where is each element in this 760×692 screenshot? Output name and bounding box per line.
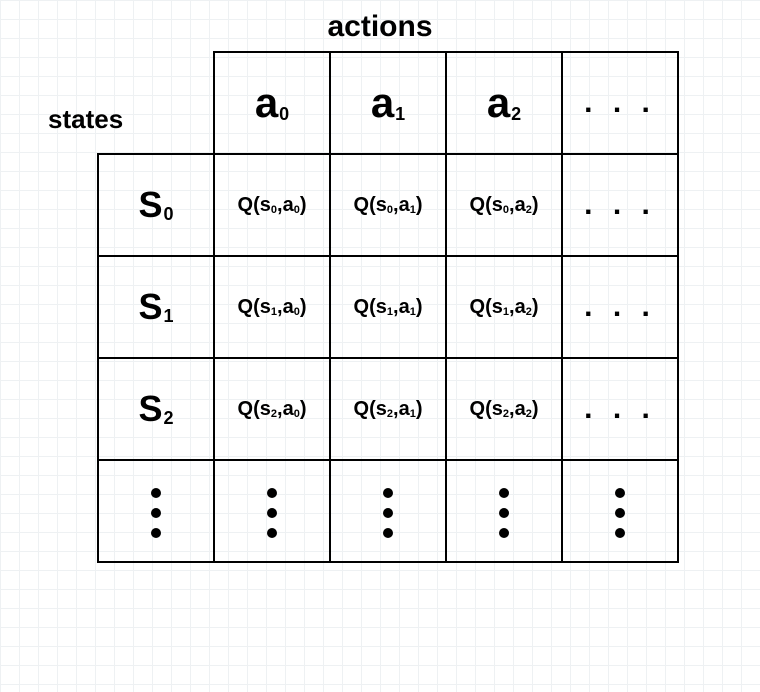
row-header-main: S xyxy=(138,388,162,429)
q-s-sub: 2 xyxy=(503,408,509,420)
q-s-sub: 2 xyxy=(387,408,393,420)
q-cell: Q(s1,a0) xyxy=(214,256,330,358)
table-row: S0 Q(s0,a0) Q(s0,a1) Q(s0,a2) . . . xyxy=(98,154,678,256)
q-a: a xyxy=(515,296,526,318)
q-cell: Q(s1,a1) xyxy=(330,256,446,358)
q-a: a xyxy=(515,194,526,216)
q-s-sub: 0 xyxy=(503,204,509,216)
col-header-a1: a1 xyxy=(330,52,446,154)
cell-more xyxy=(214,460,330,562)
q-letter: Q xyxy=(470,296,486,318)
q-s-sub: 1 xyxy=(271,306,277,318)
col-header-more: . . . xyxy=(562,52,678,154)
ellipsis-icon: . . . xyxy=(584,188,656,221)
q-s-sub: 1 xyxy=(387,306,393,318)
table-row-more xyxy=(98,460,678,562)
q-a-sub: 2 xyxy=(526,408,532,420)
table-header-row: a0 a1 a2 . . . xyxy=(98,52,678,154)
q-a-sub: 1 xyxy=(410,408,416,420)
row-header-more xyxy=(98,460,214,562)
q-cell: Q(s1,a2) xyxy=(446,256,562,358)
q-a: a xyxy=(283,398,294,420)
q-a-sub: 2 xyxy=(526,306,532,318)
q-letter: Q xyxy=(470,194,486,216)
q-a-sub: 1 xyxy=(410,306,416,318)
row-more: . . . xyxy=(562,154,678,256)
q-s: s xyxy=(492,398,503,420)
row-header-main: S xyxy=(138,184,162,225)
ellipsis-icon: . . . xyxy=(584,392,656,425)
q-s-sub: 0 xyxy=(271,204,277,216)
q-cell: Q(s0,a2) xyxy=(446,154,562,256)
q-a-sub: 0 xyxy=(294,306,300,318)
col-header-sub: 0 xyxy=(279,104,289,124)
q-cell: Q(s0,a0) xyxy=(214,154,330,256)
row-header-s1: S1 xyxy=(98,256,214,358)
q-a: a xyxy=(283,194,294,216)
q-s: s xyxy=(376,296,387,318)
q-a: a xyxy=(399,194,410,216)
row-header-s2: S2 xyxy=(98,358,214,460)
vertical-ellipsis-icon xyxy=(267,488,277,538)
col-header-sub: 2 xyxy=(511,104,521,124)
q-value-table: a0 a1 a2 . . . S0 Q(s0,a0) Q(s0,a1) xyxy=(97,51,679,563)
table-row: S1 Q(s1,a0) Q(s1,a1) Q(s1,a2) . . . xyxy=(98,256,678,358)
actions-axis-label: actions xyxy=(0,12,760,42)
q-a: a xyxy=(283,296,294,318)
q-s: s xyxy=(376,398,387,420)
row-more: . . . xyxy=(562,256,678,358)
q-cell: Q(s0,a1) xyxy=(330,154,446,256)
row-header-sub: 1 xyxy=(164,306,174,326)
q-s-sub: 2 xyxy=(271,408,277,420)
vertical-ellipsis-icon xyxy=(615,488,625,538)
vertical-ellipsis-icon xyxy=(383,488,393,538)
q-s: s xyxy=(260,194,271,216)
q-s: s xyxy=(376,194,387,216)
q-letter: Q xyxy=(238,194,254,216)
q-s: s xyxy=(492,194,503,216)
q-s: s xyxy=(492,296,503,318)
q-letter: Q xyxy=(354,398,370,420)
table-row: S2 Q(s2,a0) Q(s2,a1) Q(s2,a2) . . . xyxy=(98,358,678,460)
q-letter: Q xyxy=(354,194,370,216)
q-s-sub: 1 xyxy=(503,306,509,318)
row-header-sub: 2 xyxy=(164,408,174,428)
ellipsis-icon: . . . xyxy=(584,290,656,323)
cell-more xyxy=(330,460,446,562)
q-letter: Q xyxy=(238,296,254,318)
q-s-sub: 0 xyxy=(387,204,393,216)
q-a-sub: 0 xyxy=(294,408,300,420)
cell-more xyxy=(446,460,562,562)
q-a: a xyxy=(515,398,526,420)
col-header-main: a xyxy=(371,79,394,126)
q-letter: Q xyxy=(470,398,486,420)
q-a: a xyxy=(399,296,410,318)
vertical-ellipsis-icon xyxy=(499,488,509,538)
stage: actions states a0 a1 a2 . . . S0 Q(s xyxy=(0,0,760,692)
col-header-main: a xyxy=(255,79,278,126)
q-s: s xyxy=(260,296,271,318)
q-a-sub: 1 xyxy=(410,204,416,216)
q-cell: Q(s2,a2) xyxy=(446,358,562,460)
col-header-a2: a2 xyxy=(446,52,562,154)
cell-more xyxy=(562,460,678,562)
col-header-main: a xyxy=(487,79,510,126)
row-header-s0: S0 xyxy=(98,154,214,256)
col-header-a0: a0 xyxy=(214,52,330,154)
row-header-sub: 0 xyxy=(164,204,174,224)
row-header-main: S xyxy=(138,286,162,327)
q-letter: Q xyxy=(354,296,370,318)
ellipsis-icon: . . . xyxy=(584,86,656,119)
q-letter: Q xyxy=(238,398,254,420)
row-more: . . . xyxy=(562,358,678,460)
q-a: a xyxy=(399,398,410,420)
q-a-sub: 2 xyxy=(526,204,532,216)
q-a-sub: 0 xyxy=(294,204,300,216)
vertical-ellipsis-icon xyxy=(151,488,161,538)
blank-corner xyxy=(98,52,214,154)
q-cell: Q(s2,a1) xyxy=(330,358,446,460)
col-header-sub: 1 xyxy=(395,104,405,124)
q-s: s xyxy=(260,398,271,420)
q-cell: Q(s2,a0) xyxy=(214,358,330,460)
